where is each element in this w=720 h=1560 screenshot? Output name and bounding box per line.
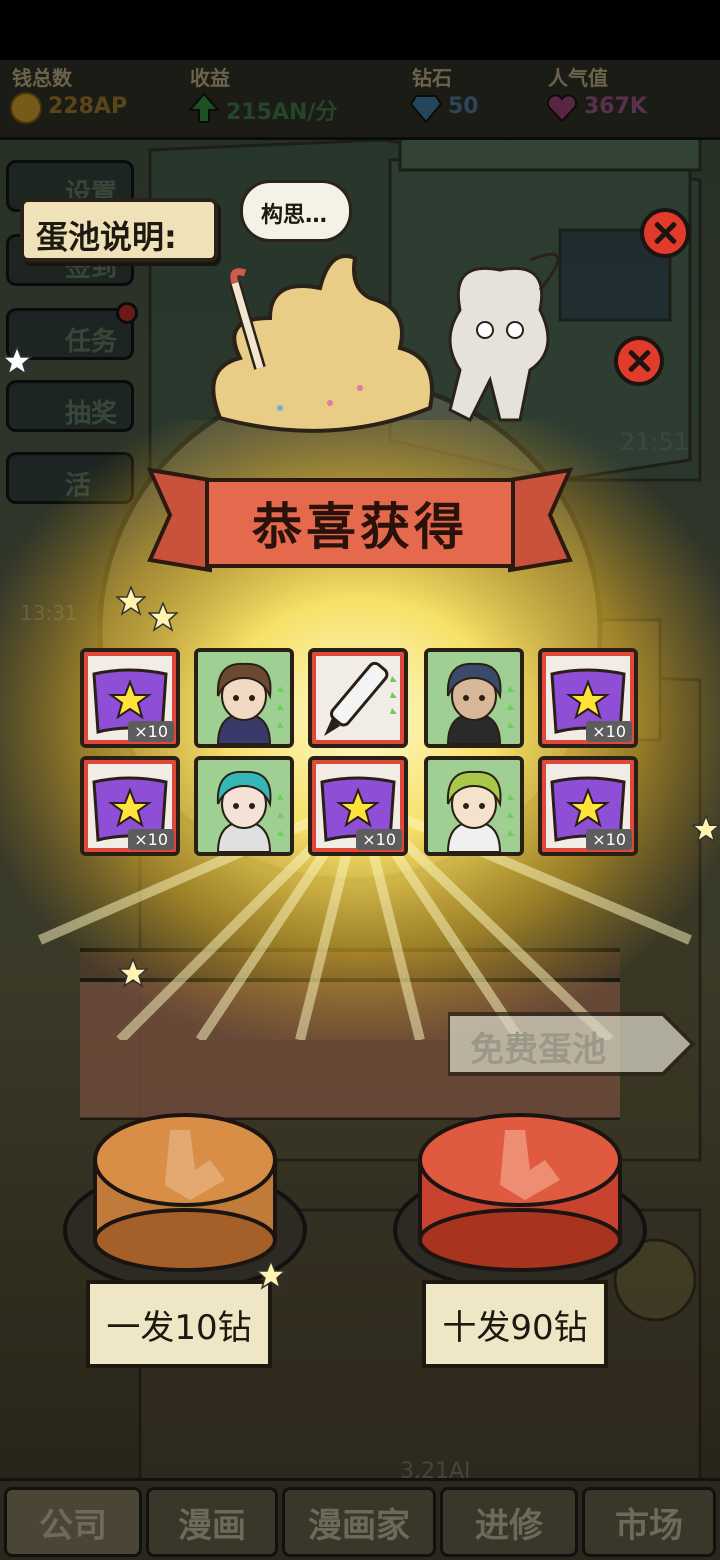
reward-card-flag: ×10 [80, 756, 180, 856]
reward-card-pen [308, 648, 408, 748]
nav-training[interactable]: 进修 [440, 1487, 578, 1557]
ten-pull-label: 十发90钻 [442, 1307, 588, 1348]
nav-company[interactable]: 公司 [4, 1487, 142, 1557]
reward-quantity: ×10 [356, 829, 402, 850]
thought-bubble: 构思… [240, 180, 352, 242]
reward-card-character-green-hair-boy [424, 756, 524, 856]
character-portrait-icon [198, 652, 290, 744]
icecream-swirl-art [211, 254, 434, 433]
game-screen: 21:51 13:31 3.21AI 钱总数 228AP 收益 215AN/分 … [0, 0, 720, 1560]
reward-dialog-title-box: 恭喜获得 [205, 478, 515, 568]
sparkle-star-icon [148, 602, 178, 632]
nav-comics[interactable]: 漫画 [146, 1487, 278, 1557]
nav-market[interactable]: 市场 [582, 1487, 716, 1557]
reward-card-flag: ×10 [538, 756, 638, 856]
close-pool-button[interactable] [640, 208, 690, 258]
nav-artists[interactable]: 漫画家 [282, 1487, 436, 1557]
character-portrait-icon [198, 760, 290, 852]
character-portrait-icon [428, 760, 520, 852]
ten-pull-plunger[interactable] [390, 1100, 650, 1300]
sparkle-star-icon [118, 958, 148, 988]
free-pool-label: 免费蛋池 [470, 1030, 606, 1070]
reward-quantity: ×10 [586, 829, 632, 850]
reward-card-character-teal-hair-girl [194, 756, 294, 856]
status-area [0, 0, 720, 60]
pool-info-button[interactable]: 蛋池说明: [20, 198, 218, 262]
sparkle-star-icon [116, 586, 146, 616]
thought-bubble-text: 构思… [261, 203, 328, 228]
reward-dialog-title: 恭喜获得 [252, 498, 468, 556]
reward-quantity: ×10 [128, 721, 174, 742]
character-portrait-icon [428, 652, 520, 744]
cat-character-art [448, 252, 560, 423]
sparkle-star-icon [256, 1260, 286, 1290]
pen-icon [324, 661, 397, 736]
reward-card-character-old-sage [424, 648, 524, 748]
single-pull-label: 一发10钻 [106, 1307, 252, 1348]
pool-info-label: 蛋池说明: [36, 218, 177, 256]
sparkle-star-icon [692, 814, 720, 843]
reward-quantity: ×10 [586, 721, 632, 742]
reward-card-character-brown-hair-boy [194, 648, 294, 748]
reward-card-flag: ×10 [80, 648, 180, 748]
sparkle-star-icon [2, 346, 32, 376]
bottom-nav: 公司 漫画 漫画家 进修 市场 [0, 1478, 720, 1560]
reward-card-flag: ×10 [308, 756, 408, 856]
ten-pull-button[interactable]: 十发90钻 [422, 1280, 608, 1368]
reward-quantity: ×10 [128, 829, 174, 850]
single-pull-button[interactable]: 一发10钻 [86, 1280, 272, 1368]
close-dialog-button[interactable] [614, 336, 664, 386]
reward-card-flag: ×10 [538, 648, 638, 748]
